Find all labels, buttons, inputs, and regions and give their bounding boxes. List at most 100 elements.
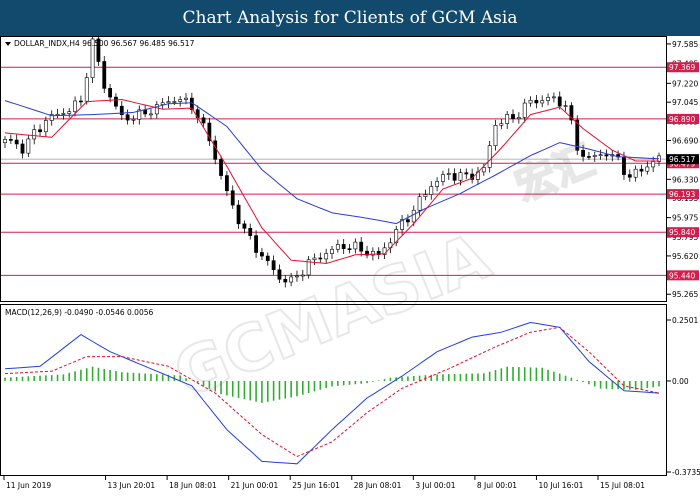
candle-body[interactable] [487, 145, 492, 168]
candle-body[interactable] [335, 244, 340, 250]
candle-body[interactable] [114, 96, 118, 107]
candle-body[interactable] [125, 114, 130, 121]
x-axis-label: 28 Jun 08:01 [354, 481, 402, 490]
candle-body[interactable] [3, 139, 7, 143]
candle-body[interactable] [295, 275, 299, 278]
candle-body[interactable] [627, 174, 632, 178]
candle-body[interactable] [318, 257, 323, 260]
candle-body[interactable] [277, 269, 282, 280]
candle-body[interactable] [493, 125, 498, 146]
candle-body[interactable] [622, 156, 626, 175]
level-price-label: 96.193 [669, 190, 695, 199]
candle-body[interactable] [528, 99, 533, 104]
candle-body[interactable] [254, 235, 258, 253]
price-axis-label: 95.975 [672, 214, 698, 223]
candle-body[interactable] [178, 99, 183, 102]
candle-body[interactable] [283, 278, 288, 283]
candle-body[interactable] [73, 100, 77, 112]
candle-body[interactable] [271, 260, 276, 271]
candle-body[interactable] [61, 113, 66, 115]
candle-body[interactable] [172, 101, 177, 103]
candle-body[interactable] [441, 174, 445, 182]
x-axis-label: 13 Jun 20:01 [108, 481, 156, 490]
candle-body[interactable] [242, 223, 247, 229]
candle-body[interactable] [265, 255, 270, 261]
candle-body[interactable] [417, 196, 422, 211]
candle-body[interactable] [14, 139, 19, 145]
x-axis-label: 3 Jul 00:01 [415, 481, 455, 490]
candle-body[interactable] [248, 228, 253, 236]
candle-body[interactable] [511, 114, 515, 120]
candle-body[interactable] [289, 276, 294, 283]
level-price-label: 95.440 [669, 271, 695, 280]
candle-body[interactable] [347, 248, 352, 250]
candle-body[interactable] [166, 101, 171, 104]
candle-body[interactable] [224, 175, 229, 192]
candle-body[interactable] [651, 161, 656, 168]
candle-body[interactable] [230, 190, 235, 206]
candle-body[interactable] [592, 155, 597, 157]
candle-body[interactable] [604, 154, 609, 157]
chart-background [0, 36, 700, 500]
candle-body[interactable] [26, 138, 31, 154]
candle-body[interactable] [32, 129, 37, 140]
candle-body[interactable] [598, 154, 603, 156]
candle-body[interactable] [557, 96, 562, 107]
candle-body[interactable] [149, 113, 153, 116]
candle-body[interactable] [505, 114, 510, 124]
candle-body[interactable] [102, 61, 107, 89]
candle-body[interactable] [406, 219, 410, 223]
candle-body[interactable] [8, 139, 13, 141]
candle-body[interactable] [79, 100, 83, 103]
candle-body[interactable] [359, 241, 364, 252]
candle-body[interactable] [108, 88, 113, 98]
candle-body[interactable] [143, 109, 148, 115]
candle-body[interactable] [300, 274, 305, 277]
candle-body[interactable] [499, 123, 504, 126]
candle-body[interactable] [446, 173, 451, 175]
candle-body[interactable] [639, 168, 644, 172]
candle-body[interactable] [458, 172, 463, 181]
candle-body[interactable] [324, 253, 329, 260]
candle-body[interactable] [534, 99, 539, 104]
candle-body[interactable] [131, 118, 136, 121]
candle-body[interactable] [160, 102, 165, 105]
candle-body[interactable] [423, 194, 428, 197]
candle-body[interactable] [341, 244, 346, 249]
candle-body[interactable] [429, 186, 434, 195]
candle-body[interactable] [312, 257, 317, 261]
candle-body[interactable] [481, 167, 486, 173]
candle-body[interactable] [184, 97, 188, 100]
candle-body[interactable] [236, 204, 241, 225]
candle-body[interactable] [219, 159, 223, 176]
candle-body[interactable] [516, 117, 521, 120]
candle-body[interactable] [464, 172, 469, 175]
candle-body[interactable] [435, 181, 440, 187]
candle-body[interactable] [540, 100, 545, 104]
price-axis-label: 95.265 [672, 290, 698, 299]
candle-body[interactable] [411, 209, 416, 223]
price-axis-label: 96.330 [672, 175, 698, 184]
candle-body[interactable] [551, 96, 556, 99]
candle-body[interactable] [563, 105, 568, 107]
candle-body[interactable] [353, 241, 358, 250]
x-axis-label: 25 Jun 16:01 [292, 481, 340, 490]
candle-body[interactable] [201, 117, 206, 124]
candle-body[interactable] [38, 129, 42, 133]
candle-body[interactable] [633, 168, 638, 178]
candle-body[interactable] [452, 173, 457, 181]
candle-body[interactable] [546, 97, 550, 101]
candle-body[interactable] [213, 140, 218, 160]
candle-body[interactable] [330, 248, 334, 254]
candle-body[interactable] [20, 143, 25, 154]
chart-area[interactable]: 97.58597.40597.22097.04596.86596.69096.5… [0, 36, 700, 500]
candle-body[interactable] [84, 77, 89, 102]
candle-body[interactable] [67, 111, 72, 114]
macd-axis-label: -0.3735 [672, 468, 700, 477]
candle-body[interactable] [260, 252, 264, 257]
price-chart-title: DOLLAR_INDX,H4 96.500 96.567 96.485 96.5… [14, 39, 195, 48]
candle-body[interactable] [43, 120, 48, 133]
price-axis-label: 95.620 [672, 252, 698, 261]
candle-body[interactable] [522, 102, 527, 118]
candle-body[interactable] [645, 166, 650, 172]
